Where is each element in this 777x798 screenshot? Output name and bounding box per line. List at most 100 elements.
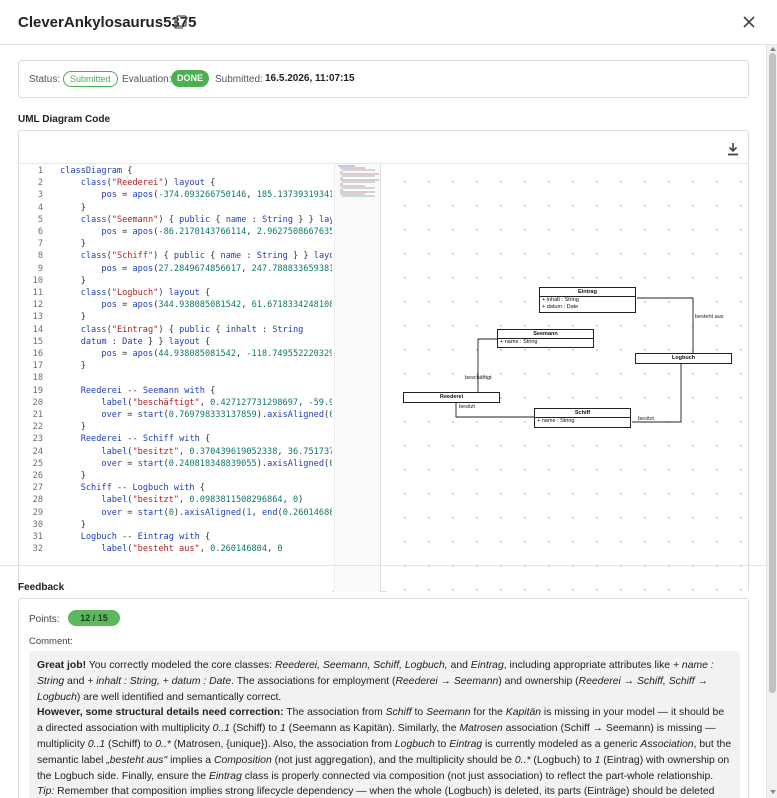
code-line: 5 class("Seemann") { public { name : Str…	[20, 214, 332, 226]
line-number: 21	[32, 410, 43, 420]
uml-class-seemann[interactable]: Seemann + name : String	[497, 329, 594, 348]
code-minimap[interactable]	[334, 164, 381, 592]
code-text: label("besteht aus", 0.260146804, 0	[101, 544, 283, 555]
code-text: Logbuch -- Eintrag with {	[80, 532, 211, 542]
code-line: 3 pos = apos(-374.093266750146, 185.1373…	[20, 189, 332, 201]
code-line: 17 }	[20, 360, 332, 372]
code-line: 11 class("Logbuch") layout {	[20, 287, 332, 299]
uml-class-logbuch[interactable]: Logbuch	[635, 353, 732, 364]
submitted-label: Submitted:	[215, 74, 263, 85]
code-line: 9 pos = apos(27.2849674856617, 247.78883…	[20, 263, 332, 275]
code-line: 6 pos = apos(-86.2170143766114, 2.962750…	[20, 226, 332, 238]
code-line: 19 Reederei -- Seemann with {	[20, 385, 332, 397]
line-number: 25	[32, 458, 43, 469]
uml-class-reederei[interactable]: Reederei	[403, 392, 500, 403]
code-line: 29 over = start(0).axisAligned(1, end(0.…	[20, 507, 332, 519]
code-text: class("Reederei") layout {	[80, 178, 216, 189]
code-text: }	[80, 519, 86, 530]
code-line: 27 Schiff -- Logbuch with {	[20, 482, 332, 494]
line-number: 12	[32, 300, 43, 311]
submission-title: CleverAnkylosaurus5375	[18, 14, 197, 31]
association-label-besitzt: besitzt	[459, 404, 475, 410]
evaluation-badge: DONE	[171, 70, 210, 87]
line-number: 32	[32, 544, 43, 555]
feedback-section-title: Feedback	[18, 582, 65, 593]
code-line: 25 over = start(0.240818348839055).axisA…	[20, 458, 332, 470]
line-number: 20	[32, 397, 43, 408]
association-label-besteht-aus: besteht aus	[695, 314, 724, 320]
scroll-up-arrow-icon[interactable]	[770, 47, 776, 51]
line-number: 3	[37, 190, 43, 201]
copy-icon[interactable]	[173, 15, 187, 30]
code-line: 16 pos = apos(44.938085081542, -118.7495…	[20, 348, 332, 360]
line-number: 16	[32, 349, 43, 359]
code-line: 26 }	[20, 470, 332, 482]
line-number: 28	[32, 495, 43, 506]
line-number: 26	[32, 471, 43, 481]
scrollbar-thumb[interactable]	[769, 53, 776, 693]
code-line: 12 pos = apos(344.938085081542, 61.67183…	[20, 299, 332, 311]
code-line: 15 datum : Date } } layout {	[20, 336, 332, 348]
submitted-timestamp: 16.5.2026, 11:07:15	[265, 73, 355, 84]
association-line-reederei-seemann	[477, 338, 498, 392]
code-text: pos = apos(344.938085081542, 61.67183342…	[101, 300, 332, 311]
evaluation-label: Evaluation:	[122, 74, 172, 85]
code-text: }	[80, 239, 86, 250]
submission-modal: CleverAnkylosaurus5375 Status: Submitted…	[0, 0, 777, 798]
uml-class-name: Schiff	[535, 409, 630, 418]
code-line: 31 Logbuch -- Eintrag with {	[20, 531, 332, 543]
code-text: }	[80, 471, 86, 481]
code-line: 1 classDiagram {	[20, 165, 332, 177]
code-text: Reederei -- Schiff with {	[80, 434, 211, 445]
code-line: 24 label("besitzt", 0.370439619052338, 3…	[20, 446, 332, 458]
code-text: label("beschäftigt", 0.427127731298697, …	[101, 397, 332, 408]
code-line: 32 label("besteht aus", 0.260146804, 0	[20, 543, 332, 555]
association-label-besitzt: besitzt	[638, 416, 654, 422]
uml-class-eintrag[interactable]: Eintrag + inhalt : String + datum : Date	[539, 287, 636, 313]
line-number: 23	[32, 434, 43, 445]
modal-scrollbar[interactable]	[766, 45, 777, 798]
code-editor[interactable]: 1 classDiagram {2 class("Reederei") layou…	[20, 164, 332, 592]
uml-diagram-canvas[interactable]: Eintrag + inhalt : String + datum : Date…	[387, 164, 748, 592]
status-badge: Submitted	[63, 71, 118, 87]
code-line: 4 }	[20, 202, 332, 214]
code-text: Schiff -- Logbuch with {	[80, 483, 205, 494]
line-number: 4	[37, 202, 43, 213]
code-line: 10 }	[20, 275, 332, 287]
comment-label: Comment:	[29, 636, 73, 647]
code-text: label("besitzt", 0.370439619052338, 36.7…	[101, 446, 332, 457]
code-line: 30 }	[20, 519, 332, 531]
scroll-down-arrow-icon[interactable]	[770, 790, 776, 794]
code-line: 18	[20, 372, 332, 384]
line-number: 15	[32, 336, 43, 347]
line-number: 14	[32, 324, 43, 335]
code-text: pos = apos(-86.2170143766114, 2.96275086…	[101, 227, 332, 237]
code-text: }	[80, 202, 86, 213]
association-line-schiff-logbuch	[632, 363, 682, 423]
uml-class-name: Logbuch	[671, 355, 696, 361]
code-line: 8 class("Schiff") { public { name : Stri…	[20, 250, 332, 262]
feedback-card: Points: 12 / 15 Comment: Great job! You …	[18, 598, 749, 798]
association-line-logbuch-eintrag	[637, 297, 694, 353]
feedback-comment: Great job! You correctly modeled the cor…	[29, 651, 740, 798]
close-icon[interactable]	[741, 14, 757, 30]
uml-class-schiff[interactable]: Schiff + name : String	[534, 408, 631, 428]
code-text: class("Schiff") { public { name : String…	[80, 251, 332, 262]
code-line: 13 }	[20, 311, 332, 323]
line-number: 22	[32, 422, 43, 433]
code-text: label("besitzt", 0.0983811508296864, 0)	[101, 495, 304, 506]
line-number: 30	[32, 519, 43, 530]
line-number: 27	[32, 483, 43, 494]
modal-header: CleverAnkylosaurus5375	[0, 0, 777, 45]
code-line: 21 over = start(0.769798333137859).axisA…	[20, 409, 332, 421]
code-text: class("Eintrag") { public { inhalt : Str…	[80, 324, 304, 335]
association-label-beschaeftigt: beschäftigt	[465, 375, 492, 381]
code-line: 14 class("Eintrag") { public { inhalt : …	[20, 324, 332, 336]
uml-attribute: + inhalt : String	[542, 297, 579, 303]
code-text: pos = apos(-374.093266750146, 185.137393…	[101, 190, 332, 201]
code-text: }	[80, 275, 86, 286]
code-text: datum : Date } } layout {	[80, 336, 211, 347]
download-icon[interactable]	[726, 142, 740, 156]
code-text: over = start(0).axisAligned(1, end(0.260…	[101, 507, 332, 518]
line-number: 9	[37, 263, 43, 274]
